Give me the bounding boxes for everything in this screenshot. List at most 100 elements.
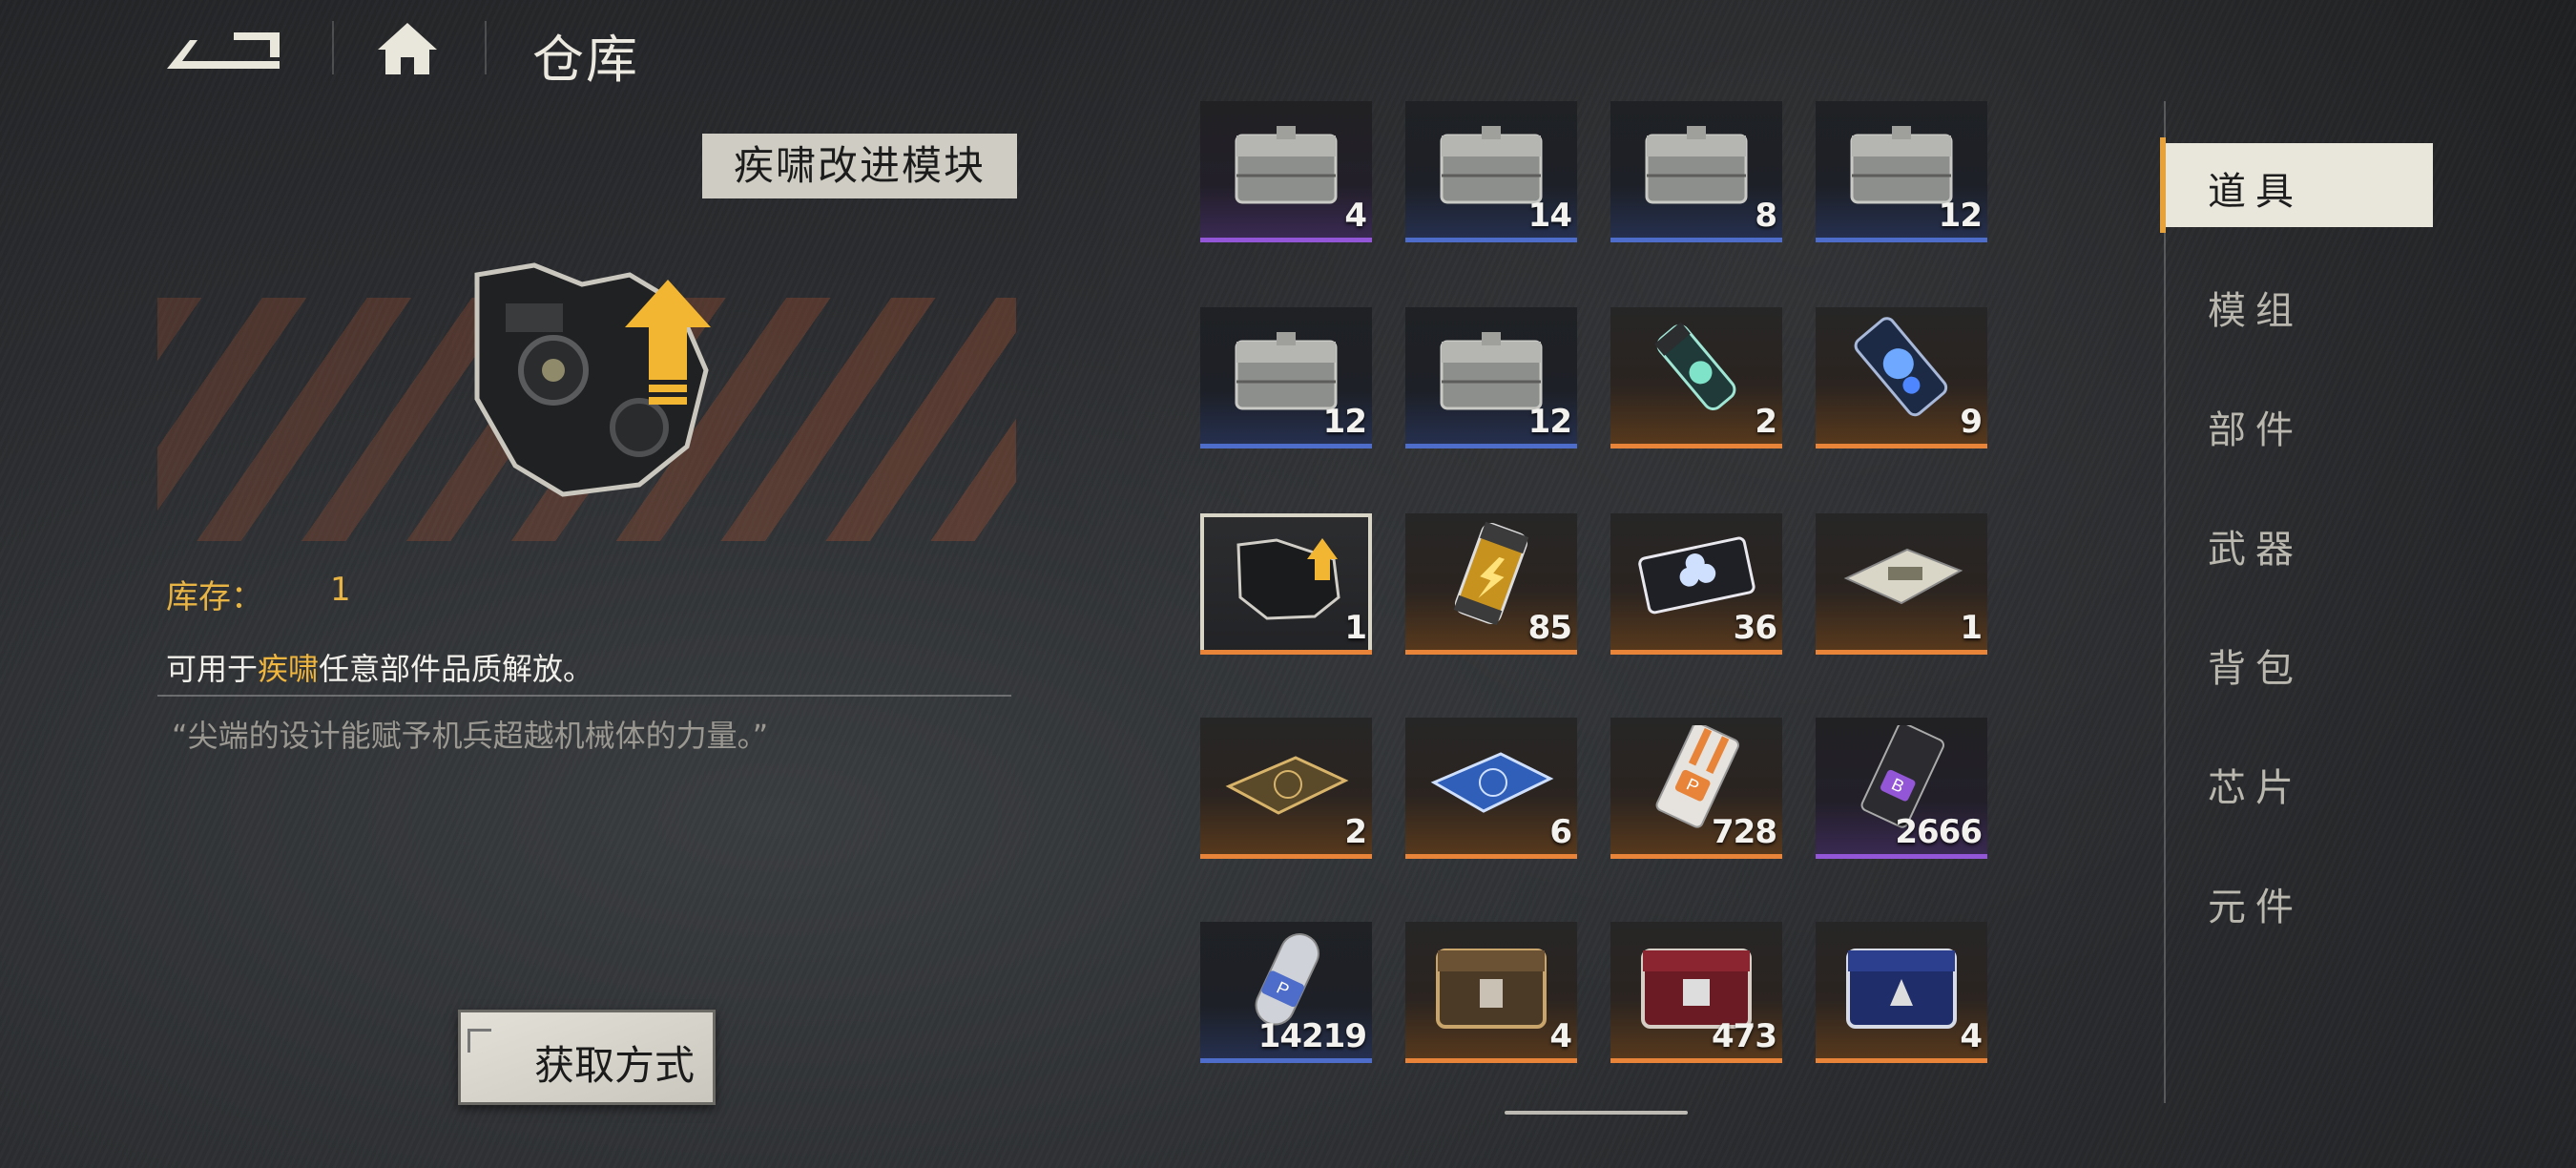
item-count: 12 xyxy=(1938,197,1983,235)
upgrade-module-icon xyxy=(474,262,711,497)
inventory-slot[interactable]: 2 xyxy=(1200,718,1372,859)
quality-bar xyxy=(1405,1058,1577,1063)
item-count: 85 xyxy=(1527,609,1572,647)
divider xyxy=(332,21,334,74)
inventory-slot[interactable]: 12 xyxy=(1816,101,1987,242)
item-count: 36 xyxy=(1733,609,1777,647)
tab-label: 元件 xyxy=(2208,886,2303,929)
stock-value: 1 xyxy=(330,571,351,609)
tab-label: 武器 xyxy=(2208,528,2303,572)
item-name: 疾啸改进模块 xyxy=(702,134,1017,198)
item-count: 6 xyxy=(1549,813,1572,851)
quality-bar xyxy=(1200,444,1372,448)
item-count: 1 xyxy=(1960,609,1983,647)
quality-bar xyxy=(1816,650,1987,655)
blue-capsule-icon xyxy=(1835,315,1968,420)
desc-suffix: 任意部件品质解放。 xyxy=(319,651,594,687)
flavor-text: “尖端的设计能赋予机兵超越机械体的力量。” xyxy=(172,718,769,754)
item-count: 473 xyxy=(1712,1017,1777,1055)
quality-bar xyxy=(1200,650,1372,655)
tab-label: 道具 xyxy=(2208,170,2303,214)
obtain-method-button[interactable]: 获取方式 xyxy=(458,1010,716,1105)
inventory-slot[interactable]: 85 xyxy=(1405,513,1577,655)
item-count: 728 xyxy=(1712,813,1777,851)
tab-label: 部件 xyxy=(2208,408,2303,452)
quality-bar xyxy=(1200,1058,1372,1063)
blue-blueprint-icon xyxy=(1424,725,1558,830)
tab-5[interactable]: 芯片 xyxy=(2166,740,2433,824)
metal-plate-icon xyxy=(1835,521,1968,626)
item-count: 9 xyxy=(1960,403,1983,441)
home-button[interactable] xyxy=(374,17,441,78)
inventory-slot[interactable]: 1 xyxy=(1816,513,1987,655)
inventory-slot[interactable]: 4 xyxy=(1200,101,1372,242)
quality-bar xyxy=(1816,444,1987,448)
blue-chest-icon xyxy=(1835,929,1968,1034)
quality-bar xyxy=(1610,238,1782,242)
page-title: 仓库 xyxy=(532,30,639,90)
inventory-slot[interactable]: 8 xyxy=(1610,101,1782,242)
divider xyxy=(485,21,487,74)
inventory-slot[interactable]: 12 xyxy=(1405,307,1577,448)
tab-6[interactable]: 元件 xyxy=(2166,859,2433,943)
item-count: 4 xyxy=(1960,1017,1983,1055)
back-arrow-icon xyxy=(167,32,280,69)
inventory-slot[interactable]: 1 xyxy=(1200,513,1372,655)
quality-bar xyxy=(1405,650,1577,655)
tab-3[interactable]: 武器 xyxy=(2166,501,2433,585)
item-count: 12 xyxy=(1527,403,1572,441)
item-description: 可用于疾啸任意部件品质解放。 xyxy=(166,645,593,689)
item-count: 2666 xyxy=(1895,813,1983,851)
item-count: 4 xyxy=(1344,197,1367,235)
inventory-slot[interactable]: 473 xyxy=(1610,922,1782,1063)
scroll-indicator[interactable] xyxy=(1505,1111,1688,1115)
quality-bar xyxy=(1816,238,1987,242)
tab-0[interactable]: 道具 xyxy=(2160,137,2433,233)
quality-bar xyxy=(1816,854,1987,859)
supply-crate-icon xyxy=(1630,109,1763,214)
quality-bar xyxy=(1610,444,1782,448)
inventory-slot[interactable]: B 2666 xyxy=(1816,718,1987,859)
item-count: 14 xyxy=(1527,197,1572,235)
quality-bar xyxy=(1816,1058,1987,1063)
desc-highlight: 疾啸 xyxy=(258,651,320,687)
tab-rail xyxy=(2164,101,2166,1103)
active-tab-accent xyxy=(2160,137,2166,233)
inventory-grid: 4 14 8 12 12 12 2 9 1 85 36 1 2 6 P 728 … xyxy=(1200,101,1992,1065)
tab-label: 背包 xyxy=(2208,647,2303,691)
quality-bar xyxy=(1610,1058,1782,1063)
detail-divider xyxy=(157,695,1011,697)
inventory-slot[interactable]: 12 xyxy=(1200,307,1372,448)
desc-prefix: 可用于 xyxy=(166,651,259,687)
corner-mark xyxy=(467,1029,491,1053)
item-count: 14219 xyxy=(1257,1017,1367,1055)
quality-bar xyxy=(1200,238,1372,242)
upgrade-module-icon xyxy=(1219,521,1353,626)
inventory-slot[interactable]: 2 xyxy=(1610,307,1782,448)
inventory-slot[interactable]: 36 xyxy=(1610,513,1782,655)
quality-bar xyxy=(1405,444,1577,448)
gold-blueprint-icon xyxy=(1219,725,1353,830)
item-count: 8 xyxy=(1755,197,1777,235)
back-button[interactable] xyxy=(157,19,291,76)
green-capsule-icon xyxy=(1630,315,1763,420)
quality-bar xyxy=(1200,854,1372,859)
tab-2[interactable]: 部件 xyxy=(2166,382,2433,466)
quality-bar xyxy=(1610,650,1782,655)
obtain-method-label: 获取方式 xyxy=(533,1042,695,1089)
stock-row: 库存： 1 xyxy=(166,571,351,617)
tab-4[interactable]: 背包 xyxy=(2166,620,2433,704)
top-bar: 仓库 xyxy=(0,0,2576,95)
inventory-slot[interactable]: 14 xyxy=(1405,101,1577,242)
inventory-slot[interactable]: P 14219 xyxy=(1200,922,1372,1063)
tab-1[interactable]: 模组 xyxy=(2166,262,2433,346)
inventory-slot[interactable]: 4 xyxy=(1816,922,1987,1063)
inventory-slot[interactable]: P 728 xyxy=(1610,718,1782,859)
inventory-slot[interactable]: 6 xyxy=(1405,718,1577,859)
inventory-slot[interactable]: 9 xyxy=(1816,307,1987,448)
supply-crate-icon xyxy=(1219,109,1353,214)
inventory-slot[interactable]: 4 xyxy=(1405,922,1577,1063)
home-icon xyxy=(378,23,437,74)
item-count: 12 xyxy=(1322,403,1367,441)
quality-bar xyxy=(1405,238,1577,242)
